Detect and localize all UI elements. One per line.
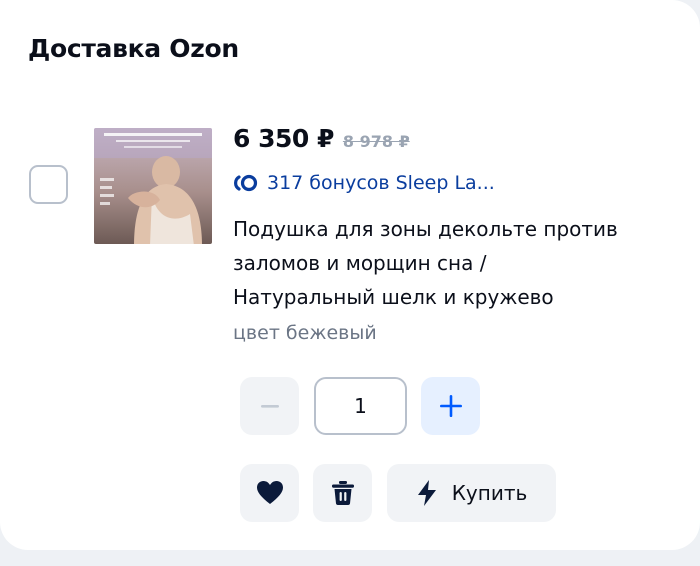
product-thumbnail[interactable]: [94, 128, 212, 244]
current-price: 6 350 ₽: [233, 124, 334, 153]
product-variant: цвет бежевый: [233, 322, 377, 344]
section-title: Доставка Ozon: [28, 34, 239, 63]
favorite-button[interactable]: [240, 464, 299, 522]
old-price: 8 978 ₽: [342, 132, 410, 151]
delete-button[interactable]: [313, 464, 372, 522]
quantity-increase-button[interactable]: [421, 377, 480, 435]
product-title-line: Подушка для зоны декольте против: [233, 217, 618, 241]
quantity-input[interactable]: 1: [314, 377, 407, 435]
product-title[interactable]: Подушка для зоны декольте против заломов…: [233, 212, 673, 314]
cart-seller-card: Доставка Ozon 6 350 ₽ 8 978 ₽ 317 бонусо…: [0, 0, 700, 550]
bonus-text: 317 бонусов Sleep La...: [267, 172, 495, 194]
bonus-info: 317 бонусов Sleep La...: [233, 172, 495, 194]
bonus-icon: [234, 174, 258, 192]
product-title-line: Натуральный шелк и кружево: [233, 285, 554, 309]
plus-icon: [439, 395, 462, 417]
trash-icon: [331, 481, 354, 506]
minus-icon: [260, 405, 279, 408]
product-image: [94, 128, 212, 244]
price-block: 6 350 ₽ 8 978 ₽: [233, 124, 410, 153]
heart-icon: [256, 481, 283, 504]
quantity-decrease-button[interactable]: [240, 377, 299, 435]
buy-now-label: Купить: [451, 481, 528, 505]
item-select-checkbox[interactable]: [29, 165, 68, 204]
buy-now-button[interactable]: Купить: [387, 464, 556, 522]
lightning-icon: [417, 480, 436, 506]
product-title-line: заломов и морщин сна /: [233, 251, 487, 275]
